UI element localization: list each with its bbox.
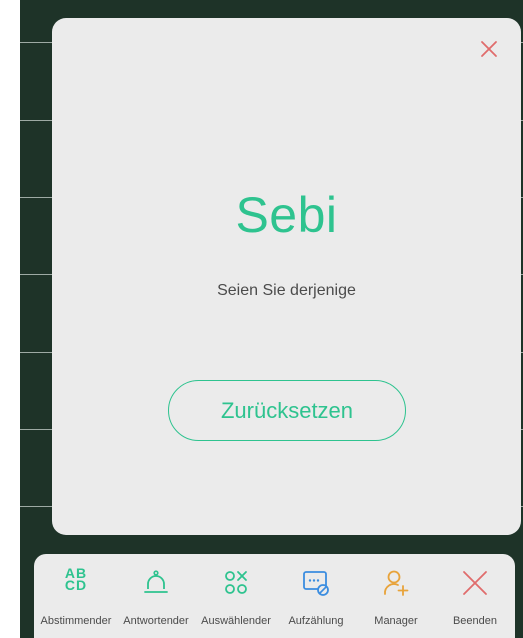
tool-beenden[interactable]: Beenden <box>435 554 515 638</box>
bottom-toolbar: AB CD Abstimmender Antwortender Auswähle… <box>34 554 515 638</box>
close-dialog-button[interactable] <box>477 37 501 61</box>
add-user-icon <box>384 570 409 596</box>
abcd-icon: AB CD <box>64 566 88 593</box>
dialog-subtitle: Seien Sie derjenige <box>217 282 356 299</box>
close-icon <box>463 571 487 595</box>
tool-auswaehlender[interactable]: Auswählender <box>196 554 276 638</box>
abcd-icon-bottom: CD <box>64 577 88 593</box>
random-picker-dialog: Sebi Seien Sie derjenige Zurücksetzen <box>52 18 521 535</box>
tool-label: Auswählender <box>201 615 271 627</box>
tool-label: Abstimmender <box>40 615 112 627</box>
tool-abstimmender[interactable]: AB CD Abstimmender <box>36 554 116 638</box>
reset-button[interactable]: Zurücksetzen <box>168 380 406 441</box>
tool-label: Beenden <box>452 615 498 627</box>
shapes-icon <box>225 571 247 594</box>
tool-aufzaehlung[interactable]: Aufzählung <box>276 554 356 638</box>
tool-label: Antwortender <box>123 615 189 627</box>
tool-label: Aufzählung <box>288 615 344 627</box>
tool-manager[interactable]: Manager <box>356 554 436 638</box>
tool-antwortender[interactable]: Antwortender <box>116 554 196 638</box>
list-edit-icon <box>303 571 329 596</box>
close-icon <box>481 41 497 57</box>
bell-icon <box>144 570 168 593</box>
selected-name: Sebi <box>235 187 338 243</box>
